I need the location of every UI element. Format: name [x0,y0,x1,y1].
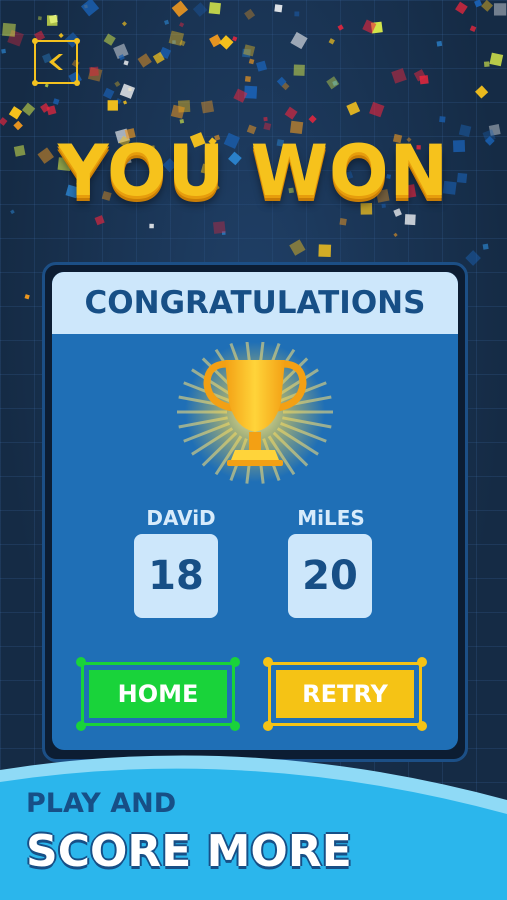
frame-corner [32,38,38,44]
trophy-icon [177,342,333,484]
chevron-left-icon [49,54,63,70]
promo-line-2: SCORE MORE [26,826,352,877]
player-2-score: 20 [288,534,372,618]
home-button[interactable]: HOME [76,657,240,731]
player-1-name: DAViD [146,506,216,530]
frame-corner [230,657,240,667]
frame-corner [74,38,80,44]
promo-line-1: PLAY AND [26,788,177,819]
frame-corner [417,721,427,731]
result-card: CONGRATULATIONS DAViD MiLES 18 20 HOME R… [52,272,458,750]
frame-corner [76,721,86,731]
frame-corner [76,657,86,667]
frame-corner [32,80,38,86]
frame-corner [263,657,273,667]
player-1-score: 18 [134,534,218,618]
you-won-title: YOU WON [57,130,450,212]
congratulations-header: CONGRATULATIONS [52,272,458,334]
retry-button[interactable]: RETRY [263,657,427,731]
home-button-label: HOME [89,670,227,718]
back-button[interactable] [32,38,80,86]
frame-corner [417,657,427,667]
frame-corner [230,721,240,731]
retry-button-label: RETRY [276,670,414,718]
frame-corner [74,80,80,86]
player-2-name: MiLES [297,506,365,530]
frame-corner [263,721,273,731]
